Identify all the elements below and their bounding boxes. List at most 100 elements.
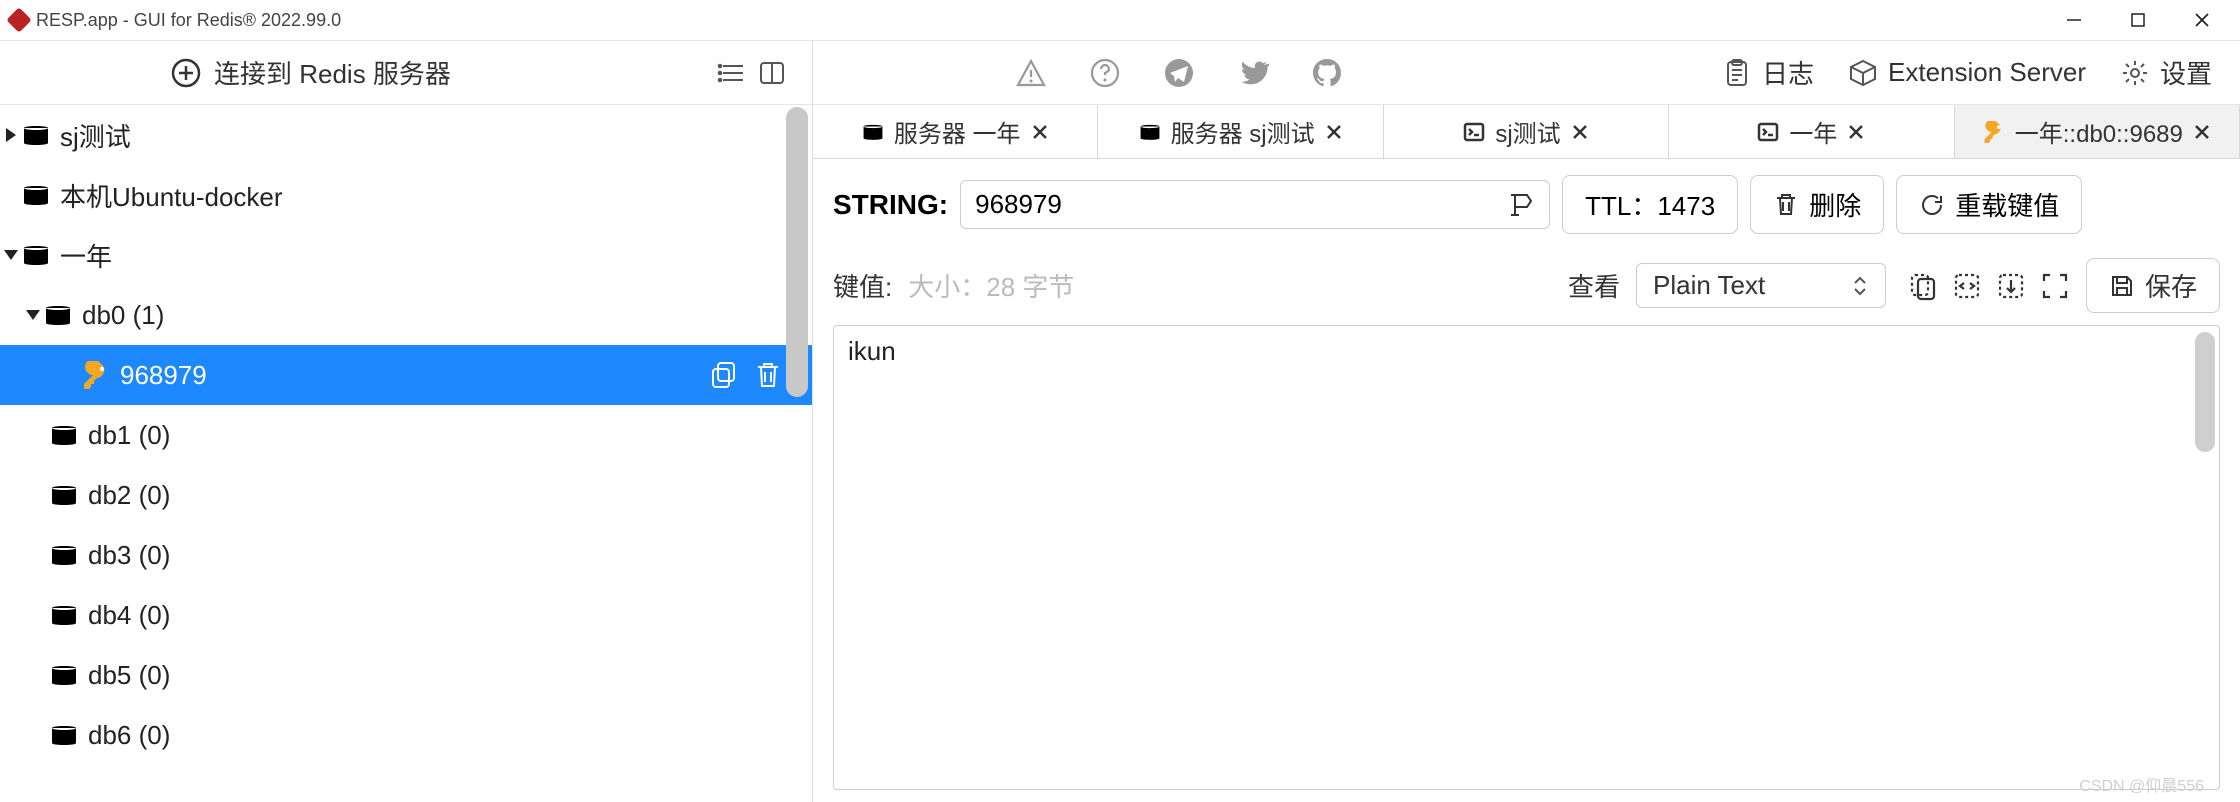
logs-button[interactable]: 日志: [1722, 54, 1814, 91]
db-node-db1[interactable]: db1 (0): [0, 405, 812, 465]
format-value: Plain Text: [1653, 270, 1765, 301]
tab-bar: 服务器 一年 服务器 sj测试 sj测试 一年 一年::db0::9689: [813, 105, 2240, 159]
window-title: RESP.app - GUI for Redis® 2022.99.0: [36, 10, 341, 31]
terminal-icon: [1757, 121, 1779, 143]
connection-label: 本机Ubuntu-docker: [60, 177, 283, 214]
close-icon[interactable]: [1031, 123, 1049, 141]
connection-sj[interactable]: sj测试: [0, 105, 812, 165]
list-view-button[interactable]: [712, 53, 752, 93]
right-toolbar: 日志 Extension Server 设置: [813, 41, 2240, 105]
tab-console-year[interactable]: 一年: [1669, 105, 1954, 158]
view-as-label: 查看: [1568, 267, 1620, 304]
github-icon[interactable]: [1311, 57, 1343, 89]
key-header: STRING: 968979 TTL：1473 删除 重载键值: [813, 159, 2240, 250]
db-node-db5[interactable]: db5 (0): [0, 645, 812, 705]
trash-icon: [1773, 192, 1799, 218]
key-name-field[interactable]: 968979: [960, 180, 1550, 229]
db-icon: [44, 305, 72, 325]
delete-label: 删除: [1809, 186, 1861, 223]
close-icon[interactable]: [1325, 123, 1343, 141]
extension-server-button[interactable]: Extension Server: [1848, 57, 2086, 88]
key-node-968979[interactable]: 968979: [0, 345, 812, 405]
connection-tree: sj测试 本机Ubuntu-docker 一年 db0 (1) 968979: [0, 105, 812, 802]
panel-toggle-button[interactable]: [752, 53, 792, 93]
left-toolbar: 连接到 Redis 服务器: [0, 41, 812, 105]
maximize-button[interactable]: [2106, 0, 2170, 40]
collapse-icon: [26, 310, 40, 320]
key-label: 968979: [120, 360, 207, 391]
db-node-db0[interactable]: db0 (1): [0, 285, 812, 345]
tab-label: 服务器 sj测试: [1171, 114, 1315, 149]
db-label: db4 (0): [88, 600, 170, 631]
rename-icon[interactable]: [1507, 191, 1535, 219]
key-icon: [1983, 121, 2005, 143]
redis-icon: [22, 125, 50, 145]
plus-circle-icon: [170, 57, 202, 89]
db-icon: [50, 545, 78, 565]
connect-redis-button[interactable]: 连接到 Redis 服务器: [170, 54, 451, 91]
tab-key-968979[interactable]: 一年::db0::9689: [1955, 105, 2240, 158]
clipboard-icon: [1722, 58, 1752, 88]
fullscreen-icon[interactable]: [2040, 271, 2070, 301]
tab-console-sj[interactable]: sj测试: [1384, 105, 1669, 158]
gear-icon: [2120, 58, 2150, 88]
tab-server-year[interactable]: 服务器 一年: [813, 105, 1098, 158]
redis-icon: [1139, 121, 1161, 143]
value-content: ikun: [848, 336, 896, 366]
connection-label: 一年: [60, 237, 112, 274]
close-icon[interactable]: [1571, 123, 1589, 141]
db-node-db6[interactable]: db6 (0): [0, 705, 812, 765]
tab-label: sj测试: [1495, 114, 1560, 149]
copy-icon[interactable]: [1908, 271, 1938, 301]
collapse-icon: [4, 250, 18, 260]
key-icon: [82, 361, 110, 389]
app-icon: [6, 7, 31, 32]
save-icon: [2109, 273, 2135, 299]
close-icon[interactable]: [2193, 123, 2211, 141]
export-code-icon[interactable]: [1952, 271, 1982, 301]
ttl-label: TTL：1473: [1585, 186, 1715, 223]
chevron-updown-icon: [1851, 274, 1869, 298]
value-size-hint: 大小：28 字节: [908, 267, 1074, 304]
trash-icon[interactable]: [752, 359, 784, 391]
db-node-db2[interactable]: db2 (0): [0, 465, 812, 525]
value-textarea[interactable]: ikun: [833, 325, 2220, 790]
db-icon: [50, 725, 78, 745]
redis-icon: [22, 245, 50, 265]
tree-scrollbar[interactable]: [786, 107, 808, 802]
copy-icon[interactable]: [708, 359, 740, 391]
db-node-db4[interactable]: db4 (0): [0, 585, 812, 645]
key-type-label: STRING:: [833, 189, 948, 221]
title-bar: RESP.app - GUI for Redis® 2022.99.0: [0, 0, 2240, 40]
help-icon[interactable]: [1089, 57, 1121, 89]
connect-label: 连接到 Redis 服务器: [214, 54, 451, 91]
close-icon[interactable]: [1847, 123, 1865, 141]
format-select[interactable]: Plain Text: [1636, 263, 1886, 308]
connection-ubuntu[interactable]: 本机Ubuntu-docker: [0, 165, 812, 225]
watermark: CSDN @仰晨556: [2079, 772, 2204, 796]
close-button[interactable]: [2170, 0, 2234, 40]
value-scrollbar[interactable]: [2195, 332, 2215, 452]
db-node-db3[interactable]: db3 (0): [0, 525, 812, 585]
telegram-icon[interactable]: [1163, 57, 1195, 89]
redis-icon: [22, 185, 50, 205]
delete-button[interactable]: 删除: [1750, 175, 1884, 234]
ttl-button[interactable]: TTL：1473: [1562, 175, 1738, 234]
warning-icon[interactable]: [1015, 57, 1047, 89]
connection-year[interactable]: 一年: [0, 225, 812, 285]
settings-button[interactable]: 设置: [2120, 54, 2212, 91]
twitter-icon[interactable]: [1237, 57, 1269, 89]
tab-label: 服务器 一年: [894, 114, 1021, 149]
minimize-button[interactable]: [2042, 0, 2106, 40]
tab-label: 一年: [1789, 114, 1837, 149]
save-button[interactable]: 保存: [2086, 258, 2220, 313]
tab-server-sj[interactable]: 服务器 sj测试: [1098, 105, 1383, 158]
logs-label: 日志: [1762, 54, 1814, 91]
import-code-icon[interactable]: [1996, 271, 2026, 301]
settings-label: 设置: [2160, 54, 2212, 91]
db-icon: [50, 665, 78, 685]
reload-button[interactable]: 重载键值: [1896, 175, 2082, 234]
reload-label: 重载键值: [1955, 186, 2059, 223]
value-label: 键值:: [833, 267, 892, 304]
db-label: db6 (0): [88, 720, 170, 751]
